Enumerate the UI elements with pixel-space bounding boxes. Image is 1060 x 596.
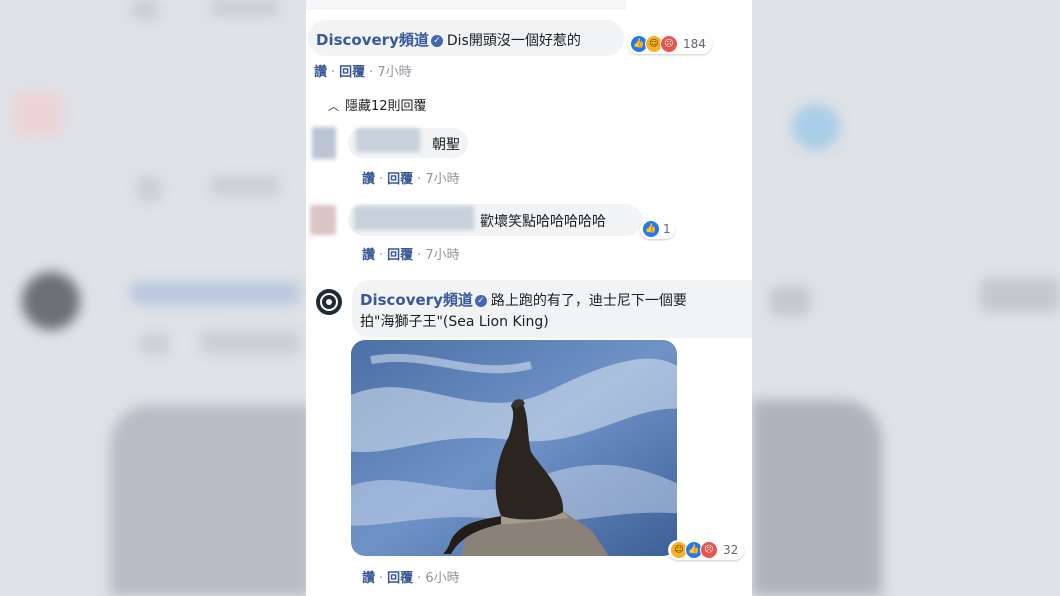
timestamp[interactable]: 7小時 xyxy=(425,248,459,263)
reply-link[interactable]: 回覆 xyxy=(387,172,413,187)
hide-replies-label: 隱藏12則回覆 xyxy=(345,99,427,114)
reply-link[interactable]: 回覆 xyxy=(387,248,413,263)
comments-panel: Discovery頻道 ✓ Dis開頭沒一個好惹的 👍 ☺ ☹ 184 讚 · 回覆 · 7… xyxy=(306,0,752,596)
comment-actions: 讚 · 回覆 · 6小時 xyxy=(362,571,460,586)
timestamp[interactable]: 7小時 xyxy=(377,65,411,80)
sea-lion-photo[interactable] xyxy=(351,340,677,556)
caret-up-icon: ︿ xyxy=(328,100,339,113)
reply-text: 朝聖 xyxy=(432,137,460,153)
redacted-author-name xyxy=(356,128,420,152)
timestamp[interactable]: 6小時 xyxy=(425,571,459,586)
verified-badge-icon: ✓ xyxy=(430,34,443,47)
like-reaction-icon: 👍 xyxy=(642,220,660,238)
avatar[interactable] xyxy=(310,205,336,235)
avatar[interactable] xyxy=(312,127,336,159)
reply-text: 歡壞笑點哈哈哈哈哈 xyxy=(480,214,606,230)
angry-reaction-icon: ☹ xyxy=(700,541,718,559)
angry-reaction-icon: ☹ xyxy=(660,35,678,53)
reply-bubble: 歡壞笑點哈哈哈哈哈 xyxy=(348,204,642,236)
reaction-count: 1 xyxy=(663,222,671,236)
reaction-summary[interactable]: 👍 1 xyxy=(640,219,675,239)
like-link[interactable]: 讚 xyxy=(362,248,375,263)
verified-badge-icon: ✓ xyxy=(474,294,487,307)
reply-actions: 讚 · 回覆 · 7小時 xyxy=(362,248,460,263)
reaction-summary[interactable]: ☺ 👍 ☹ 32 xyxy=(668,540,745,560)
discovery-logo-icon[interactable] xyxy=(316,289,342,315)
redacted-author-name xyxy=(354,206,474,230)
like-link[interactable]: 讚 xyxy=(362,571,375,586)
comment-text-line1: 路上跑的有了，迪士尼下一個要 xyxy=(490,293,687,309)
comment-bubble: Discovery頻道 ✓ Dis開頭沒一個好惹的 xyxy=(308,20,624,56)
hide-replies-toggle[interactable]: ︿ 隱藏12則回覆 xyxy=(328,95,427,114)
reply-link[interactable]: 回覆 xyxy=(387,571,413,586)
reaction-count: 184 xyxy=(683,37,706,51)
reaction-count: 32 xyxy=(723,543,739,557)
comment-actions: 讚 · 回覆 · 7小時 xyxy=(314,65,412,80)
reply-actions: 讚 · 回覆 · 7小時 xyxy=(362,172,460,187)
reply-bubble: 朝聖 xyxy=(348,128,468,158)
timestamp[interactable]: 7小時 xyxy=(425,172,459,187)
like-link[interactable]: 讚 xyxy=(362,172,375,187)
reply-link[interactable]: 回覆 xyxy=(339,65,365,80)
like-link[interactable]: 讚 xyxy=(314,65,327,80)
comment-bubble: Discovery頻道 ✓ 路上跑的有了，迪士尼下一個要 拍"海獅子王"(Sea L… xyxy=(352,280,752,338)
comment-text-line2: 拍"海獅子王"(Sea Lion King) xyxy=(360,314,549,330)
comment-author[interactable]: Discovery頻道 xyxy=(360,291,473,309)
comment-author[interactable]: Discovery頻道 xyxy=(316,31,429,49)
comment-text: Dis開頭沒一個好惹的 xyxy=(446,33,581,49)
previous-comment-strip xyxy=(306,0,626,10)
reaction-summary[interactable]: 👍 ☺ ☹ 184 xyxy=(628,34,712,54)
